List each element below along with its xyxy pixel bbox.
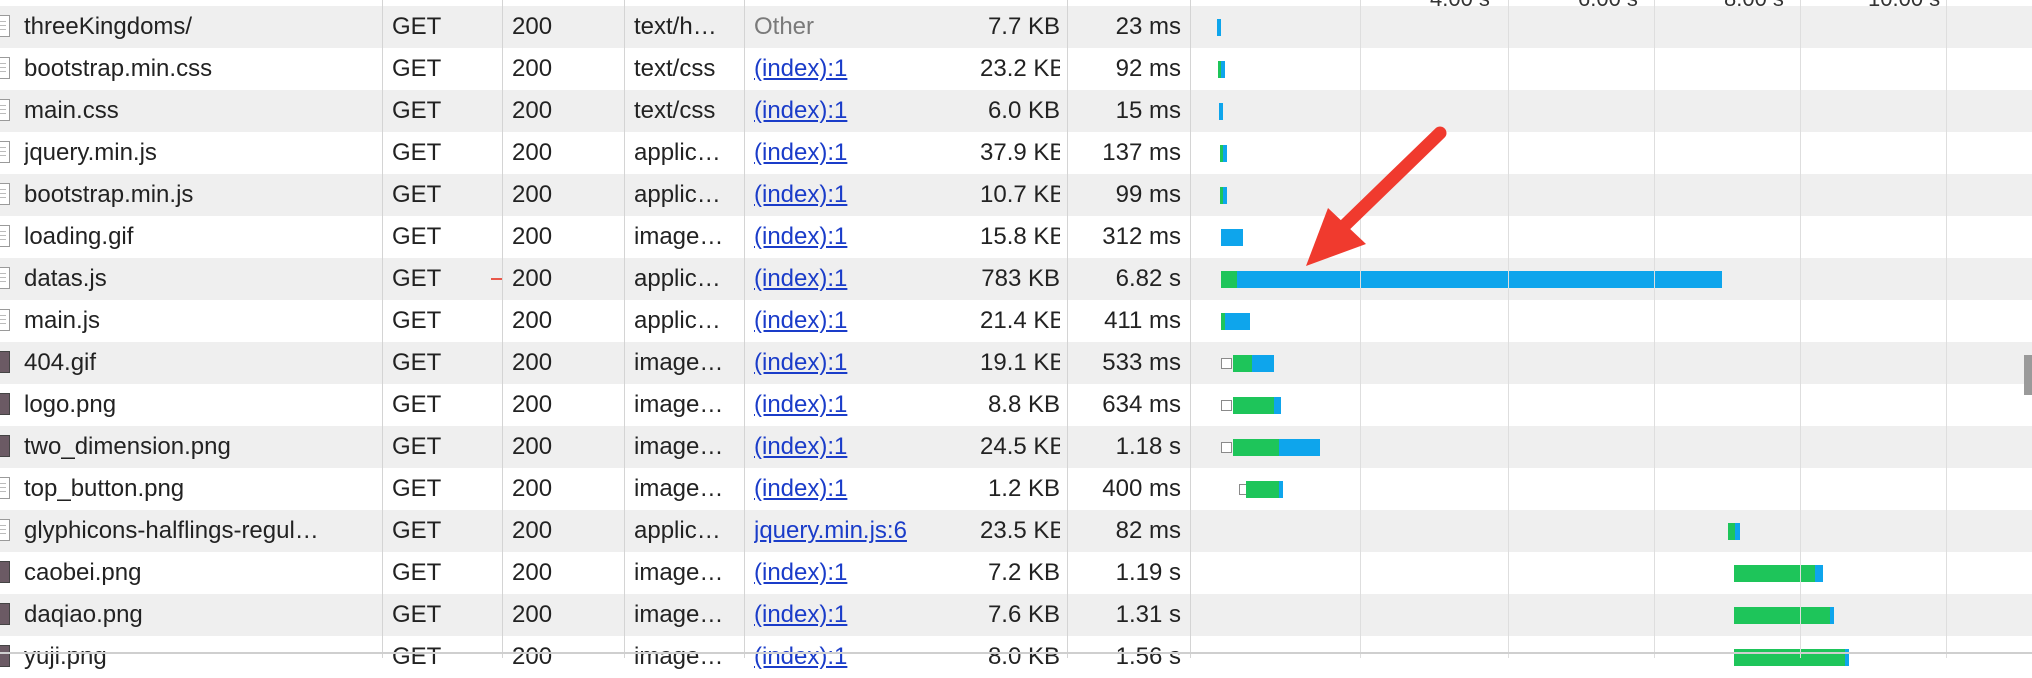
arrow-shaft	[1335, 126, 1447, 235]
scrollbar-thumb[interactable]	[2024, 355, 2032, 395]
table-bottom-border	[0, 652, 2032, 654]
red-arrow-annotation	[1306, 126, 1447, 266]
network-panel: threeKingdoms/GET 200 text/h… Other 7.7 KB 23…	[0, 0, 2032, 678]
